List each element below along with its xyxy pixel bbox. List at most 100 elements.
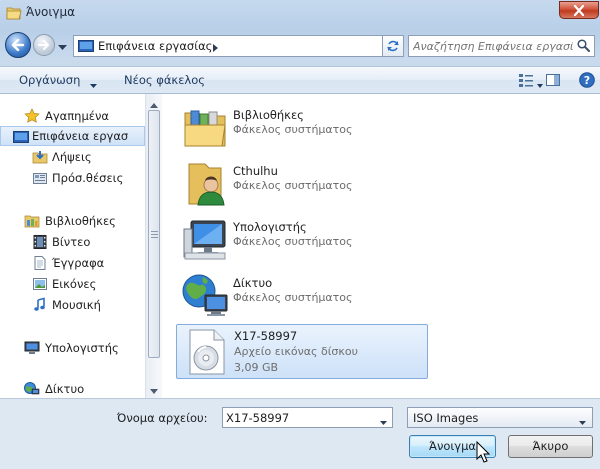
sidebar-item-recent-places[interactable]: Πρόσ.θέσεις — [0, 168, 145, 188]
sidebar-item-label: Δίκτυο — [45, 382, 85, 396]
chevron-down-icon[interactable] — [380, 415, 387, 428]
video-icon — [32, 234, 48, 250]
file-name: Υπολογιστής — [233, 220, 307, 234]
file-type: Φάκελος συστήματος — [233, 179, 353, 192]
sidebar-item-desktop[interactable]: Επιφάνεια εργασ — [0, 126, 145, 146]
sidebar-item-label: Έγγραφα — [52, 256, 105, 270]
organize-button[interactable]: Οργάνωση — [19, 73, 80, 87]
sidebar-item-label: Βίντεο — [52, 235, 91, 249]
list-item[interactable]: Δίκτυο Φάκελος συστήματος — [176, 268, 428, 322]
list-item[interactable]: Cthulhu Φάκελος συστήματος — [176, 156, 428, 210]
sidebar-item-documents[interactable]: Έγγραφα — [0, 253, 145, 273]
navigation-pane: Αγαπημένα Επιφάνεια εργασ Λήψεις Πρόσ.θέ… — [0, 94, 145, 398]
computer-icon — [181, 215, 229, 263]
svg-text:?: ? — [584, 74, 590, 87]
file-list: Βιβλιοθήκες Φάκελος συστήματος Cthulhu Φ… — [163, 94, 600, 398]
list-item[interactable]: Υπολογιστής Φάκελος συστήματος — [176, 212, 428, 266]
sidebar-item-downloads[interactable]: Λήψεις — [0, 147, 145, 167]
sidebar-item-libraries[interactable]: Βιβλιοθήκες — [0, 211, 145, 231]
sidebar-item-label: Αγαπημένα — [45, 109, 110, 123]
libraries-icon — [24, 213, 40, 229]
sidebar-item-favorites[interactable]: Αγαπημένα — [0, 106, 145, 126]
file-name: Δίκτυο — [233, 276, 273, 290]
new-folder-button[interactable]: Νέος φάκελος — [124, 73, 205, 87]
scroll-thumb[interactable] — [148, 110, 160, 358]
libraries-folder-icon — [181, 103, 229, 151]
chevron-down-icon[interactable] — [90, 78, 97, 91]
list-item[interactable]: Βιβλιοθήκες Φάκελος συστήματος — [176, 100, 428, 154]
preview-pane-icon[interactable] — [545, 72, 561, 91]
sidebar-item-video[interactable]: Βίντεο — [0, 232, 145, 252]
dialog-body: Αγαπημένα Επιφάνεια εργασ Λήψεις Πρόσ.θέ… — [0, 94, 600, 398]
sidebar-item-label: Μουσική — [52, 298, 101, 312]
filename-combo[interactable] — [222, 407, 393, 428]
sidebar-item-music[interactable]: Μουσική — [0, 295, 145, 315]
file-type: Αρχείο εικόνας δίσκου — [234, 345, 358, 358]
filename-input[interactable] — [226, 410, 366, 425]
filetype-value: ISO Images — [413, 411, 479, 425]
file-type: Φάκελος συστήματος — [233, 123, 353, 136]
filename-label: Όνομα αρχείου: — [117, 411, 208, 425]
file-type: Φάκελος συστήματος — [233, 235, 353, 248]
address-path[interactable]: Επιφάνεια εργασίας — [98, 39, 212, 53]
documents-icon — [32, 255, 48, 271]
search-input[interactable] — [413, 38, 573, 54]
file-name: Cthulhu — [233, 164, 278, 178]
sidebar-item-label: Πρόσ.θέσεις — [52, 171, 124, 185]
sidebar-item-network[interactable]: Δίκτυο — [0, 379, 145, 398]
scroll-down-arrow-icon[interactable] — [150, 384, 158, 397]
view-options-icon[interactable] — [518, 72, 534, 91]
dialog-footer: Όνομα αρχείου: ISO Images Άνοιγμα Άκυρο — [0, 398, 600, 469]
chevron-down-icon — [58, 45, 67, 50]
list-item[interactable]: X17-58997 Αρχείο εικόνας δίσκου 3,09 GB — [176, 324, 428, 379]
breadcrumb-arrow-icon[interactable] — [213, 42, 218, 55]
chevron-down-icon[interactable] — [537, 78, 543, 91]
pictures-icon — [32, 276, 48, 292]
refresh-button[interactable] — [382, 35, 404, 57]
sidebar-item-pictures[interactable]: Εικόνες — [0, 274, 145, 294]
file-name: X17-58997 — [234, 329, 298, 343]
refresh-icon — [387, 40, 399, 52]
sidebar-item-label: Επιφάνεια εργασ — [32, 129, 129, 143]
desktop-icon — [13, 129, 29, 145]
sidebar-item-label: Βιβλιοθήκες — [45, 214, 116, 228]
disc-image-icon — [182, 328, 230, 376]
network-globe-icon — [181, 271, 229, 319]
network-icon — [24, 381, 40, 397]
downloads-icon — [32, 149, 48, 165]
desktop-icon — [78, 40, 94, 52]
command-bar: Οργάνωση Νέος φάκελος ? — [0, 66, 600, 94]
filetype-select[interactable]: ISO Images — [407, 407, 593, 428]
recent-places-icon — [32, 170, 48, 186]
back-arrow-icon — [11, 39, 25, 51]
star-icon — [24, 108, 40, 124]
address-bar[interactable]: Επιφάνεια εργασίας — [73, 35, 404, 57]
cancel-button[interactable]: Άκυρο — [508, 435, 593, 458]
window-title: Άνοιγμα — [26, 5, 76, 19]
back-button[interactable] — [5, 32, 31, 58]
forward-button[interactable] — [33, 34, 55, 56]
chevron-down-icon[interactable] — [579, 415, 586, 428]
user-folder-icon — [181, 159, 229, 207]
forward-arrow-icon — [38, 40, 49, 50]
search-icon[interactable] — [577, 39, 590, 55]
title-bar: Άνοιγμα — [0, 0, 600, 28]
file-type: Φάκελος συστήματος — [233, 291, 353, 304]
sidebar-item-label: Λήψεις — [52, 150, 92, 164]
search-box[interactable] — [408, 35, 595, 57]
close-button[interactable] — [559, 1, 599, 19]
computer-icon — [24, 340, 40, 356]
help-icon[interactable]: ? — [579, 72, 595, 91]
file-name: Βιβλιοθήκες — [233, 108, 304, 122]
music-icon — [32, 297, 48, 313]
history-dropdown[interactable] — [58, 41, 67, 54]
file-size: 3,09 GB — [234, 361, 279, 374]
sidebar-scrollbar[interactable] — [145, 94, 162, 398]
mouse-pointer-icon — [476, 440, 491, 466]
folder-open-icon — [6, 6, 22, 20]
sidebar-item-computer[interactable]: Υπολογιστής — [0, 338, 145, 358]
navigation-bar: Επιφάνεια εργασίας — [0, 28, 600, 64]
sidebar-item-label: Εικόνες — [52, 277, 97, 291]
sidebar-item-label: Υπολογιστής — [45, 341, 119, 355]
open-dialog: Άνοιγμα Επιφάνεια εργασίας Αναζήτηση Επι… — [0, 0, 600, 469]
